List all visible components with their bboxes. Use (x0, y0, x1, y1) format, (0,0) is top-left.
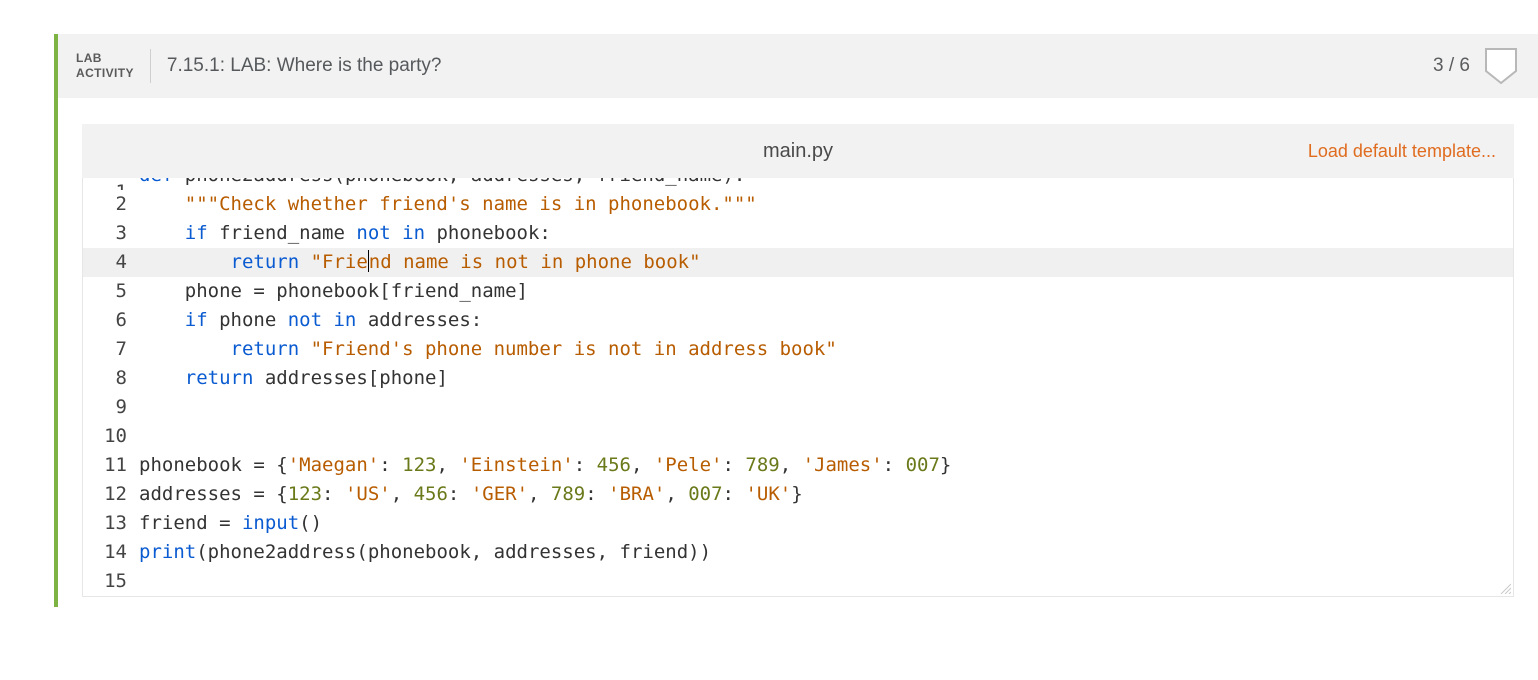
code-line[interactable]: 11phonebook = {'Maegan': 123, 'Einstein'… (83, 451, 1513, 480)
lab-container: LAB ACTIVITY 7.15.1: LAB: Where is the p… (54, 34, 1538, 607)
code-line[interactable]: 2 """Check whether friend's name is in p… (83, 190, 1513, 219)
code-line[interactable]: 15 (83, 567, 1513, 596)
code-line[interactable]: 4 return "Friend name is not in phone bo… (83, 248, 1513, 277)
line-number: 11 (83, 451, 139, 480)
code-line[interactable]: 9 (83, 393, 1513, 422)
code-text[interactable]: return "Friend name is not in phone book… (139, 248, 1513, 277)
code-text[interactable] (139, 567, 1513, 596)
load-default-template-link[interactable]: Load default template... (1031, 141, 1496, 162)
line-number: 13 (83, 509, 139, 538)
lab-title: 7.15.1: LAB: Where is the party? (167, 55, 1433, 77)
code-text[interactable]: phone = phonebook[friend_name] (139, 277, 1513, 306)
line-number: 1 (83, 178, 139, 190)
line-number: 14 (83, 538, 139, 567)
line-number: 2 (83, 190, 139, 219)
lab-tag-line1: LAB (76, 51, 134, 66)
lab-activity-tag: LAB ACTIVITY (76, 51, 150, 81)
code-line[interactable]: 7 return "Friend's phone number is not i… (83, 335, 1513, 364)
shield-icon (1484, 47, 1518, 85)
line-number: 4 (83, 248, 139, 277)
code-text[interactable]: if friend_name not in phonebook: (139, 219, 1513, 248)
line-number: 15 (83, 567, 139, 596)
code-editor[interactable]: 1def phone2address(phonebook, addresses,… (82, 178, 1514, 597)
code-line[interactable]: 3 if friend_name not in phonebook: (83, 219, 1513, 248)
code-text[interactable]: def phone2address(phonebook, addresses, … (139, 178, 1513, 190)
code-line[interactable]: 13friend = input() (83, 509, 1513, 538)
code-text[interactable]: return addresses[phone] (139, 364, 1513, 393)
code-line[interactable]: 6 if phone not in addresses: (83, 306, 1513, 335)
code-text[interactable] (139, 422, 1513, 451)
line-number: 12 (83, 480, 139, 509)
code-line[interactable]: 12addresses = {123: 'US', 456: 'GER', 78… (83, 480, 1513, 509)
line-number: 7 (83, 335, 139, 364)
file-header: main.py Load default template... (82, 124, 1514, 178)
code-text[interactable]: if phone not in addresses: (139, 306, 1513, 335)
code-text[interactable]: phonebook = {'Maegan': 123, 'Einstein': … (139, 451, 1513, 480)
code-text[interactable] (139, 393, 1513, 422)
editor-area: main.py Load default template... 1def ph… (58, 98, 1538, 607)
code-line[interactable]: 5 phone = phonebook[friend_name] (83, 277, 1513, 306)
code-text[interactable]: print(phone2address(phonebook, addresses… (139, 538, 1513, 567)
resize-grip-icon[interactable] (1499, 582, 1511, 594)
code-text[interactable]: return "Friend's phone number is not in … (139, 335, 1513, 364)
line-number: 5 (83, 277, 139, 306)
code-line[interactable]: 1def phone2address(phonebook, addresses,… (83, 178, 1513, 190)
line-number: 10 (83, 422, 139, 451)
line-number: 6 (83, 306, 139, 335)
lab-header: LAB ACTIVITY 7.15.1: LAB: Where is the p… (58, 34, 1538, 98)
line-number: 9 (83, 393, 139, 422)
code-line[interactable]: 14print(phone2address(phonebook, address… (83, 538, 1513, 567)
line-number: 3 (83, 219, 139, 248)
code-text[interactable]: addresses = {123: 'US', 456: 'GER', 789:… (139, 480, 1513, 509)
code-text[interactable]: """Check whether friend's name is in pho… (139, 190, 1513, 219)
line-number: 8 (83, 364, 139, 393)
lab-tag-line2: ACTIVITY (76, 66, 134, 81)
score-display: 3 / 6 (1433, 55, 1470, 77)
file-name: main.py (565, 140, 1030, 163)
header-divider (150, 49, 151, 83)
code-text[interactable]: friend = input() (139, 509, 1513, 538)
code-line[interactable]: 10 (83, 422, 1513, 451)
code-line[interactable]: 8 return addresses[phone] (83, 364, 1513, 393)
